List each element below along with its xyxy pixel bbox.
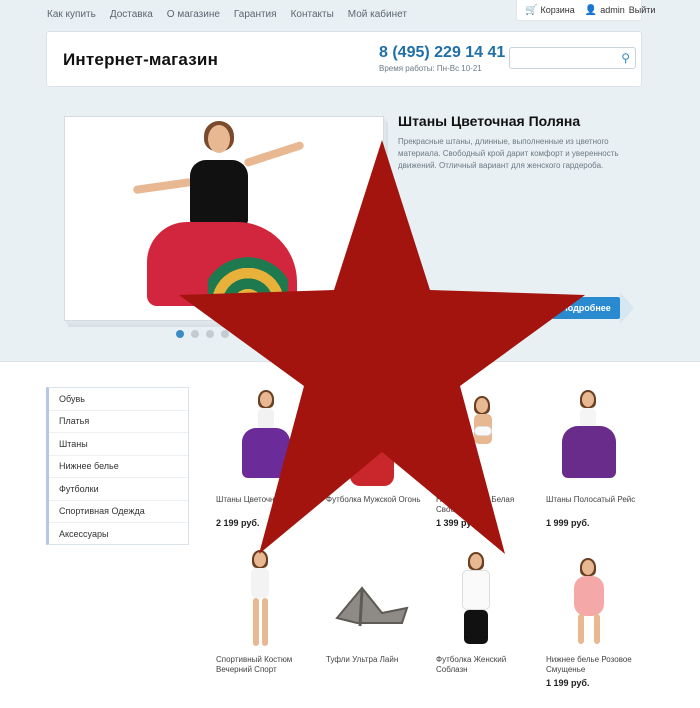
product-name[interactable]: Штаны Цветочная Поляна: [216, 495, 316, 505]
more-button[interactable]: Подробнее: [552, 297, 620, 319]
top-navigation: Как купить Доставка О магазине Гарантия …: [47, 9, 421, 20]
user-bar: 🛒 Корзина 👤 admin Выйти: [516, 0, 655, 21]
product-name[interactable]: Футболка Женский Соблазн: [436, 655, 536, 675]
product-price: 1 399 руб.: [436, 518, 480, 528]
cart-link[interactable]: Корзина: [540, 5, 574, 15]
product-price: 2 199 руб.: [216, 518, 260, 528]
nav-delivery[interactable]: Доставка: [110, 9, 153, 20]
sidebar-item-tshirts[interactable]: Футболки: [49, 478, 188, 501]
search-icon[interactable]: ⚲: [621, 51, 630, 65]
slider-dot-3[interactable]: [206, 330, 214, 338]
nav-how-to-buy[interactable]: Как купить: [47, 9, 96, 20]
nav-warranty[interactable]: Гарантия: [234, 9, 277, 20]
nav-my-account[interactable]: Мой кабинет: [348, 9, 407, 20]
product-name[interactable]: Туфли Ультра Лайн: [326, 655, 426, 665]
header: Интернет-магазин 8 (495) 229 14 41 Время…: [46, 31, 642, 87]
product-image[interactable]: [332, 578, 412, 633]
model-shirt: [190, 160, 248, 226]
search-input[interactable]: ⚲: [509, 47, 636, 69]
sidebar-item-dresses[interactable]: Платья: [49, 411, 188, 433]
product-name[interactable]: Штаны Полосатый Рейс: [546, 495, 646, 505]
sidebar-item-underwear[interactable]: Нижнее белье: [49, 456, 188, 478]
logout-link[interactable]: Выйти: [629, 5, 656, 15]
slider-dot-1[interactable]: [176, 330, 184, 338]
sidebar-item-shoes[interactable]: Обувь: [49, 388, 188, 411]
product-price: 1 999 руб.: [546, 518, 590, 528]
slide-description: Прекрасные штаны, длинные, выполненные и…: [398, 137, 619, 170]
product-price: 1 199 руб.: [546, 678, 590, 688]
slide-next-arrow[interactable]: [620, 292, 634, 324]
nav-about[interactable]: О магазине: [167, 9, 220, 20]
phone-number: 8 (495) 229 14 41: [379, 44, 506, 61]
product-name[interactable]: Нижнее белье Белая Свобода: [436, 495, 536, 515]
sidebar-item-accessories[interactable]: Аксессуары: [49, 523, 188, 546]
slider-dot-2[interactable]: [191, 330, 199, 338]
category-sidebar: Обувь Платья Штаны Нижнее белье Футболки…: [46, 387, 189, 545]
cart-icon[interactable]: 🛒: [525, 5, 537, 16]
sidebar-item-pants[interactable]: Штаны: [49, 433, 188, 456]
user-icon: 👤: [584, 4, 598, 16]
working-hours: Время работы: Пн-Вс 10-21: [379, 64, 482, 73]
product-name[interactable]: Нижнее белье Розовое Смущенье: [546, 655, 646, 675]
slider-dots: [176, 330, 244, 338]
slider-dot-5[interactable]: [236, 330, 244, 338]
slide-title[interactable]: Штаны Цветочная Поляна: [398, 113, 580, 129]
slider-dot-4[interactable]: [221, 330, 229, 338]
username[interactable]: admin: [600, 5, 625, 15]
nav-contacts[interactable]: Контакты: [291, 9, 334, 20]
model-head: [208, 125, 230, 153]
pants-pattern: [208, 240, 288, 304]
product-name[interactable]: Футболка Мужской Огонь: [326, 495, 426, 505]
product-name[interactable]: Спортивный Костюм Вечерний Спорт: [216, 655, 316, 675]
sidebar-item-sportswear[interactable]: Спортивная Одежда: [49, 501, 188, 523]
site-logo[interactable]: Интернет-магазин: [63, 50, 218, 70]
